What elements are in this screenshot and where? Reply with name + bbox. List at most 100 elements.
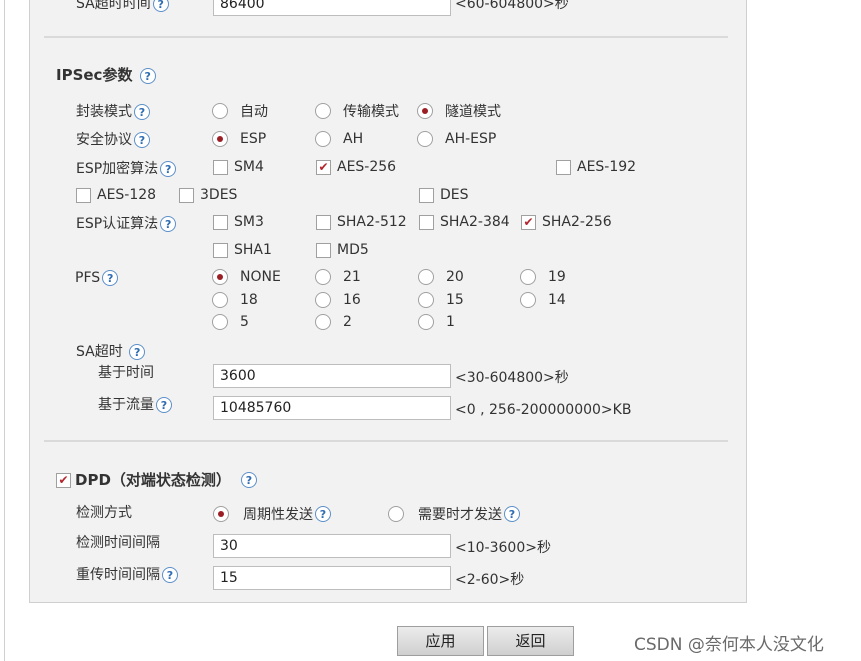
help-icon[interactable]: ? — [504, 506, 520, 522]
esp-enc-option-aes192[interactable]: AES-192 — [556, 157, 636, 177]
back-button[interactable]: 返回 — [487, 626, 574, 656]
radio-button[interactable] — [315, 314, 331, 330]
help-icon[interactable]: ? — [152, 0, 169, 12]
dpd-retrans-input[interactable] — [213, 566, 451, 590]
pfs-option-5[interactable]: 5 — [212, 312, 249, 332]
help-icon[interactable]: ? — [139, 67, 156, 84]
pfs-option-18[interactable]: 18 — [212, 290, 258, 310]
radio-button-selected[interactable] — [213, 506, 229, 522]
dpd-retrans-label: 重传时间间隔? — [76, 566, 178, 584]
sa-time-hint: <30-604800>秒 — [455, 370, 569, 386]
pfs-option-19[interactable]: 19 — [520, 267, 566, 287]
radio-button[interactable] — [520, 292, 536, 308]
apply-button[interactable]: 应用 — [397, 626, 484, 656]
sa-lifetime-top-label: SA超时时间? — [76, 0, 169, 13]
radio-button-selected[interactable] — [417, 103, 433, 119]
help-icon[interactable]: ? — [162, 567, 178, 583]
help-icon[interactable]: ? — [160, 161, 177, 177]
dpd-section-title: DPD（对端状态检测） ? — [56, 470, 257, 490]
radio-button[interactable] — [417, 131, 433, 147]
help-icon[interactable]: ? — [315, 506, 331, 522]
dpd-interval-hint: <10-3600>秒 — [455, 540, 551, 556]
radio-button[interactable] — [520, 269, 536, 285]
radio-button[interactable] — [315, 131, 331, 147]
protocol-option-ah-esp[interactable]: AH-ESP — [417, 129, 496, 149]
pfs-option-21[interactable]: 21 — [315, 267, 361, 287]
help-icon[interactable]: ? — [134, 132, 150, 148]
esp-auth-option-sha1[interactable]: SHA1 — [213, 240, 272, 260]
checkbox-checked[interactable] — [521, 214, 536, 230]
protocol-option-ah[interactable]: AH — [315, 129, 363, 149]
dpd-retrans-hint: <2-60>秒 — [455, 572, 525, 588]
sa-traffic-label: 基于流量? — [98, 396, 172, 414]
section-divider — [44, 440, 728, 442]
esp-auth-option-md5[interactable]: MD5 — [316, 240, 369, 260]
dpd-mode-on-demand[interactable]: 需要时才发送? — [388, 504, 520, 524]
esp-enc-option-sm4[interactable]: SM4 — [213, 157, 264, 177]
esp-enc-option-aes128[interactable]: AES-128 — [76, 185, 156, 205]
esp-auth-option-sha2-256[interactable]: SHA2-256 — [521, 212, 612, 232]
pfs-option-2[interactable]: 2 — [315, 312, 352, 332]
esp-enc-option-3des[interactable]: 3DES — [179, 185, 237, 205]
pfs-option-14[interactable]: 14 — [520, 290, 566, 310]
help-icon[interactable]: ? — [156, 397, 172, 413]
checkbox[interactable] — [213, 242, 228, 258]
sa-traffic-input[interactable] — [213, 396, 451, 420]
help-icon[interactable]: ? — [102, 270, 119, 286]
checkbox[interactable] — [76, 187, 91, 203]
dpd-enable-checkbox[interactable] — [56, 472, 71, 488]
radio-button[interactable] — [212, 292, 228, 308]
pfs-option-15[interactable]: 15 — [418, 290, 464, 310]
radio-button-selected[interactable] — [212, 131, 228, 147]
dpd-mode-periodic[interactable]: 周期性发送? — [213, 504, 331, 524]
radio-button[interactable] — [212, 314, 228, 330]
radio-button[interactable] — [418, 292, 434, 308]
pfs-label: PFS? — [75, 269, 119, 287]
esp-auth-option-sha2-512[interactable]: SHA2-512 — [316, 212, 407, 232]
esp-enc-label: ESP加密算法? — [76, 160, 177, 178]
watermark: CSDN @奈何本人没文化 — [634, 635, 824, 655]
checkbox[interactable] — [213, 214, 228, 230]
dpd-mode-label: 检测方式 — [76, 505, 132, 521]
radio-button[interactable] — [315, 103, 331, 119]
checkbox[interactable] — [179, 187, 194, 203]
encap-option-auto[interactable]: 自动 — [212, 101, 268, 121]
radio-button[interactable] — [212, 103, 228, 119]
radio-button-selected[interactable] — [212, 269, 228, 285]
help-icon[interactable]: ? — [134, 104, 150, 120]
sa-timeout-label: SA超时 ? — [76, 343, 146, 361]
encap-option-tunnel[interactable]: 隧道模式 — [417, 101, 501, 121]
esp-auth-option-sha2-384[interactable]: SHA2-384 — [419, 212, 510, 232]
help-icon[interactable]: ? — [129, 344, 146, 360]
sa-lifetime-top-input[interactable] — [213, 0, 451, 16]
pfs-option-20[interactable]: 20 — [418, 267, 464, 287]
radio-button[interactable] — [418, 314, 434, 330]
sa-time-input[interactable] — [213, 364, 451, 388]
sa-traffic-hint: <0 , 256-200000000>KB — [455, 402, 632, 418]
checkbox[interactable] — [556, 159, 571, 175]
pfs-option-1[interactable]: 1 — [418, 312, 455, 332]
checkbox[interactable] — [419, 187, 434, 203]
radio-button[interactable] — [315, 269, 331, 285]
protocol-label: 安全协议? — [76, 131, 150, 149]
dpd-interval-input[interactable] — [213, 534, 451, 558]
checkbox-checked[interactable] — [316, 159, 331, 175]
esp-auth-option-sm3[interactable]: SM3 — [213, 212, 264, 232]
protocol-option-esp[interactable]: ESP — [212, 129, 266, 149]
pfs-option-16[interactable]: 16 — [315, 290, 361, 310]
radio-button[interactable] — [418, 269, 434, 285]
checkbox[interactable] — [316, 242, 331, 258]
left-border — [4, 0, 5, 661]
encap-option-transport[interactable]: 传输模式 — [315, 101, 399, 121]
checkbox[interactable] — [316, 214, 331, 230]
checkbox[interactable] — [213, 159, 228, 175]
esp-enc-option-aes256[interactable]: AES-256 — [316, 157, 396, 177]
pfs-option-none[interactable]: NONE — [212, 267, 281, 287]
radio-button[interactable] — [315, 292, 331, 308]
help-icon[interactable]: ? — [240, 472, 257, 488]
dpd-interval-label: 检测时间间隔 — [76, 535, 160, 551]
help-icon[interactable]: ? — [160, 216, 177, 232]
checkbox[interactable] — [419, 214, 434, 230]
radio-button[interactable] — [388, 506, 404, 522]
esp-enc-option-des[interactable]: DES — [419, 185, 469, 205]
